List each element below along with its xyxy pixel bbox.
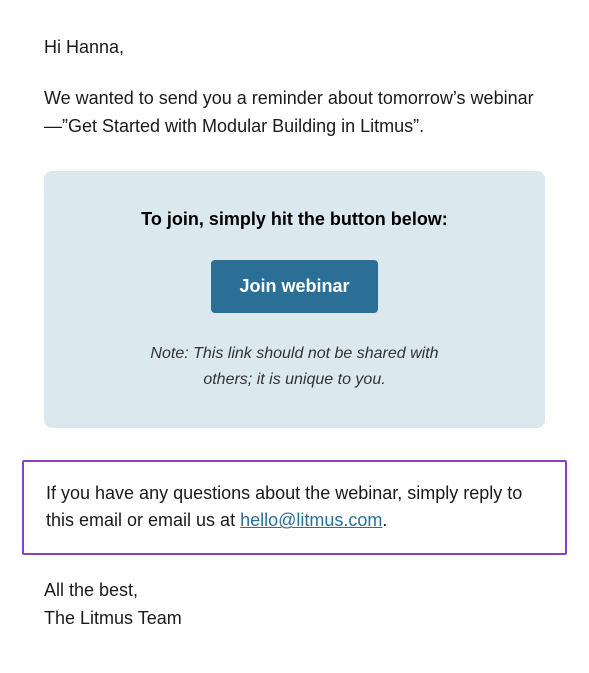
- signoff-line-1: All the best,: [44, 577, 545, 605]
- signoff-line-2: The Litmus Team: [44, 605, 545, 633]
- join-webinar-button[interactable]: Join webinar: [211, 260, 377, 313]
- intro-text: We wanted to send you a reminder about t…: [44, 85, 545, 141]
- questions-text-after: .: [382, 510, 387, 530]
- join-card: To join, simply hit the button below: Jo…: [44, 171, 545, 428]
- contact-email-link[interactable]: hello@litmus.com: [240, 510, 382, 530]
- join-note: Note: This link should not be shared wit…: [135, 341, 455, 394]
- email-body: Hi Hanna, We wanted to send you a remind…: [0, 0, 589, 673]
- greeting-text: Hi Hanna,: [44, 34, 545, 61]
- signoff: All the best, The Litmus Team: [44, 577, 545, 633]
- questions-callout: If you have any questions about the webi…: [22, 460, 567, 556]
- join-heading: To join, simply hit the button below:: [84, 209, 505, 230]
